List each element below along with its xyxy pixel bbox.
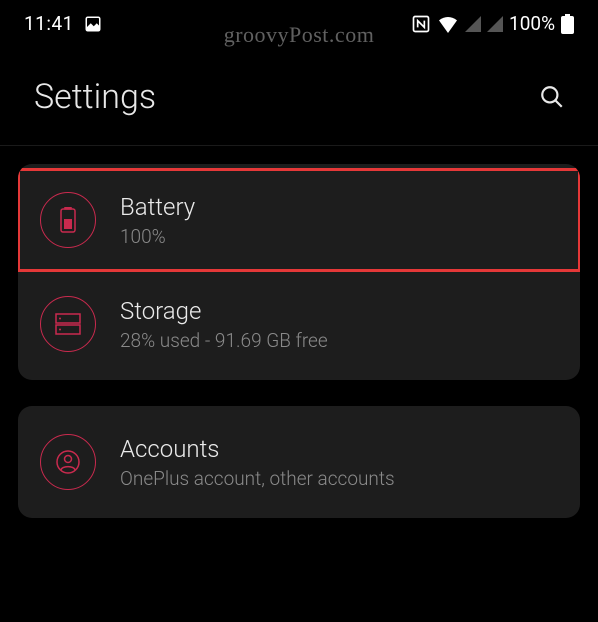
setting-subtitle: 28% used - 91.69 GB free (120, 329, 558, 352)
setting-subtitle: 100% (120, 225, 558, 248)
settings-item-text: Battery 100% (120, 193, 558, 248)
status-bar: 11:41 100% (0, 0, 598, 43)
settings-item-battery[interactable]: Battery 100% (18, 168, 580, 272)
status-time: 11:41 (24, 12, 74, 35)
page-title: Settings (34, 77, 156, 117)
settings-item-storage[interactable]: Storage 28% used - 91.69 GB free (18, 272, 580, 376)
status-left: 11:41 (24, 12, 102, 35)
picture-icon (84, 15, 102, 33)
settings-group-1: Battery 100% Storage 28% used - 91.69 GB… (18, 164, 580, 380)
header: Settings (0, 43, 598, 145)
divider (0, 145, 598, 146)
settings-item-text: Accounts OnePlus account, other accounts (120, 435, 558, 490)
wifi-icon (437, 15, 459, 33)
battery-status-icon (561, 14, 574, 34)
search-button[interactable] (536, 81, 568, 113)
setting-subtitle: OnePlus account, other accounts (120, 467, 558, 490)
nfc-icon (411, 14, 431, 34)
signal-2-icon (487, 16, 503, 32)
setting-title: Battery (120, 193, 558, 221)
signal-1-icon (465, 16, 481, 32)
settings-item-accounts[interactable]: Accounts OnePlus account, other accounts (18, 410, 580, 514)
search-icon (539, 84, 565, 110)
accounts-icon (40, 434, 96, 490)
setting-title: Storage (120, 297, 558, 325)
status-battery-pct: 100% (509, 12, 555, 35)
settings-item-text: Storage 28% used - 91.69 GB free (120, 297, 558, 352)
battery-icon (40, 192, 96, 248)
setting-title: Accounts (120, 435, 558, 463)
settings-group-2: Accounts OnePlus account, other accounts (18, 406, 580, 518)
storage-icon (40, 296, 96, 352)
status-right: 100% (411, 12, 574, 35)
